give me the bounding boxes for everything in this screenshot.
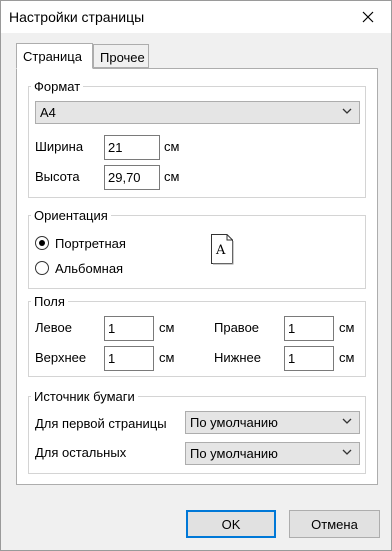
margin-bottom-unit: см — [339, 350, 355, 365]
portrait-page-icon: A — [210, 233, 234, 265]
width-label: Ширина — [35, 139, 84, 154]
landscape-radio[interactable] — [35, 261, 49, 275]
format-group-title: Формат — [31, 79, 84, 94]
ok-button[interactable]: OK — [186, 510, 276, 538]
other-pages-source-select[interactable]: По умолчанию — [185, 442, 360, 465]
width-unit: см — [164, 139, 180, 154]
first-page-label: Для первой страницы — [35, 416, 167, 431]
landscape-label[interactable]: Альбомная — [55, 261, 123, 276]
width-value: 21 — [108, 140, 123, 155]
first-page-source-select[interactable]: По умолчанию — [185, 411, 360, 434]
height-value: 29,70 — [108, 170, 141, 185]
title-bar: Настройки страницы — [1, 1, 391, 33]
margin-top-label: Верхнее — [35, 350, 87, 365]
close-icon — [362, 11, 374, 23]
margin-left-field[interactable]: 1 — [104, 316, 154, 341]
chevron-down-icon — [342, 418, 352, 424]
portrait-radio[interactable] — [35, 236, 49, 250]
chevron-down-icon — [342, 449, 352, 455]
height-unit: см — [164, 169, 180, 184]
page-setup-dialog: Настройки страницы Прочее Страница Форма… — [0, 0, 392, 551]
margin-right-value: 1 — [288, 321, 296, 336]
cancel-button[interactable]: Отмена — [289, 510, 380, 538]
tab-page[interactable]: Страница — [16, 43, 93, 69]
other-pages-label: Для остальных — [35, 445, 127, 460]
margin-bottom-value: 1 — [288, 351, 296, 366]
first-page-source-value: По умолчанию — [190, 415, 278, 430]
margin-left-label: Левое — [35, 320, 72, 335]
margin-top-unit: см — [159, 350, 175, 365]
margin-top-value: 1 — [108, 351, 116, 366]
height-field[interactable]: 29,70 — [104, 165, 160, 190]
tab-panel-page: Формат A4 Ширина 21 см Высота 29,70 см О… — [16, 68, 378, 485]
paper-size-select[interactable]: A4 — [35, 101, 360, 124]
margins-group-title: Поля — [31, 294, 68, 309]
tab-other[interactable]: Прочее — [93, 44, 149, 68]
page-icon-letter: A — [216, 243, 226, 258]
width-field[interactable]: 21 — [104, 135, 160, 160]
margin-bottom-field[interactable]: 1 — [284, 346, 334, 371]
margin-left-unit: см — [159, 320, 175, 335]
margin-right-unit: см — [339, 320, 355, 335]
height-label: Высота — [35, 169, 80, 184]
close-button[interactable] — [345, 1, 391, 33]
paper-size-value: A4 — [40, 105, 56, 120]
margin-top-field[interactable]: 1 — [104, 346, 154, 371]
margin-right-label: Правое — [214, 320, 260, 335]
cancel-button-label: Отмена — [311, 516, 358, 532]
margin-left-value: 1 — [108, 321, 116, 336]
dialog-title: Настройки страницы — [9, 9, 145, 25]
paper-source-group-title: Источник бумаги — [31, 389, 138, 404]
orientation-group — [28, 215, 366, 289]
ok-button-label: OK — [221, 516, 241, 532]
other-pages-source-value: По умолчанию — [190, 446, 278, 461]
margin-right-field[interactable]: 1 — [284, 316, 334, 341]
orientation-group-title: Ориентация — [31, 208, 111, 223]
tab-label: Прочее — [100, 50, 145, 65]
tab-label: Страница — [23, 49, 82, 64]
margin-bottom-label: Нижнее — [214, 350, 261, 365]
chevron-down-icon — [342, 108, 352, 114]
portrait-label[interactable]: Портретная — [55, 236, 126, 251]
